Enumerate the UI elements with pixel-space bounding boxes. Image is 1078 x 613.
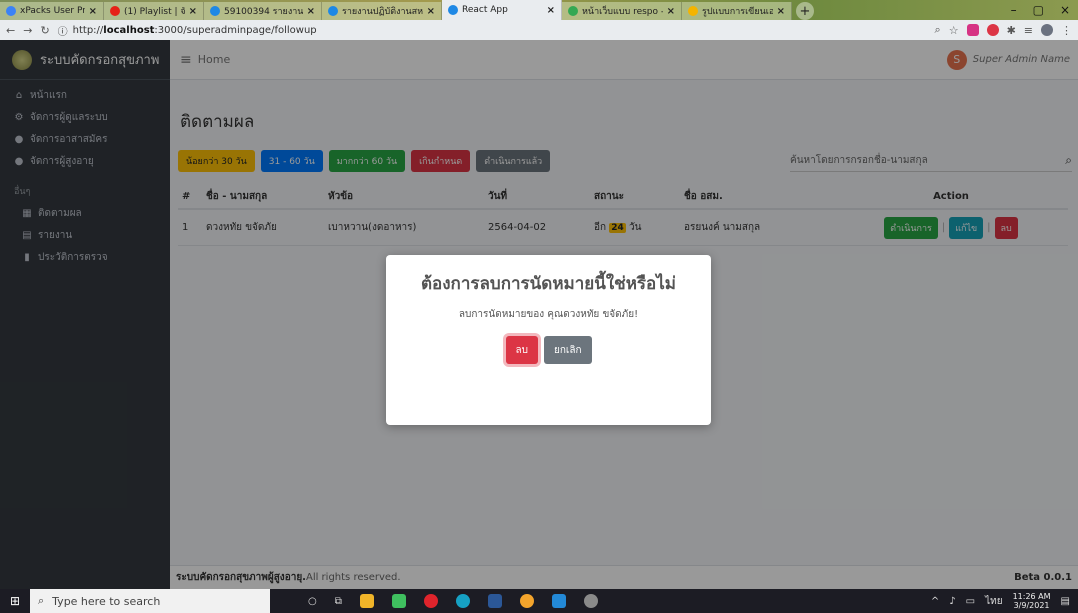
forward-icon[interactable]: → (23, 24, 32, 37)
dialog-text: ลบการนัดหมายของ คุณดวงหทัย ขจัดภัย! (458, 309, 639, 320)
tab-close-icon[interactable]: × (667, 6, 675, 17)
puzzle-icon[interactable]: ✱ (1007, 24, 1016, 37)
taskbar-search-placeholder: Type here to search (52, 594, 161, 608)
adblock-icon[interactable] (986, 24, 999, 36)
new-tab-icon[interactable]: + (796, 2, 814, 20)
file-explorer-icon[interactable] (359, 594, 374, 608)
tab-title: (1) Playlist | จัดทะ (124, 7, 185, 17)
edge-icon[interactable] (455, 594, 470, 608)
maximize-icon[interactable]: ▢ (1033, 3, 1044, 17)
tray-chevron-icon[interactable]: ^ (931, 596, 939, 607)
word-icon[interactable] (487, 594, 502, 608)
back-icon[interactable]: ← (6, 24, 15, 37)
tab-title: React App (462, 5, 508, 15)
taskbar-apps: ○ ⧉ (308, 594, 598, 608)
browser-tab[interactable]: หน้าเว็บแบบ respo - Go × (562, 2, 682, 20)
profile-icon[interactable] (1041, 24, 1053, 36)
lang-indicator[interactable]: ไทย (985, 594, 1002, 609)
line-app-icon[interactable] (391, 594, 406, 608)
tab-close-icon[interactable]: × (427, 6, 435, 17)
star-icon[interactable]: ☆ (949, 24, 959, 37)
opera-icon[interactable] (423, 594, 438, 608)
cortana-icon[interactable]: ○ (308, 596, 317, 607)
tab-favicon-icon (210, 6, 220, 16)
extension-icon[interactable] (966, 24, 979, 36)
tab-favicon-icon (6, 6, 16, 16)
windows-start-icon[interactable]: ⊞ (0, 589, 30, 613)
clock-time: 11:26 AM (1012, 592, 1051, 601)
browser-tab-strip: xPacks User Profile×(1) Playlist | จัดทะ… (0, 0, 1078, 20)
tab-title: 59100394 รายงานการปฏิ (224, 7, 303, 17)
tab-title: หน้าเว็บแบบ respo - Go (582, 7, 663, 17)
screen: xPacks User Profile×(1) Playlist | จัดทะ… (0, 0, 1078, 613)
zoom-icon[interactable]: ⌕ (935, 23, 941, 37)
tab-title: รูปแบบการเขียนเอกสารดอ (702, 7, 773, 17)
reading-list-icon[interactable]: ≡ (1024, 24, 1033, 37)
network-icon[interactable]: ▭ (966, 596, 975, 607)
confirm-delete-button[interactable]: ลบ (505, 336, 538, 364)
extensions: ⌕ ☆ ✱ ≡ ⋮ (935, 23, 1072, 37)
window-controls: – ▢ × (1003, 0, 1078, 20)
tab-close-icon[interactable]: × (189, 6, 197, 17)
dialog-title: ต้องการลบการนัดหมายนี้ใช่หรือไม่ (420, 274, 677, 294)
notification-icon[interactable]: ▤ (1061, 596, 1070, 607)
app-icon[interactable] (583, 594, 598, 608)
tab-close-icon[interactable]: × (777, 6, 785, 17)
taskbar: ⊞ ⌕ Type here to search ○ ⧉ ^ ♪ ▭ ไทย 11… (0, 589, 1078, 613)
browser-tab[interactable]: React App × (442, 0, 562, 20)
clock[interactable]: 11:26 AM 3/9/2021 (1013, 592, 1051, 610)
address-bar: ← → ↻ ⓘ http://localhost:3000/superadmin… (0, 20, 1078, 40)
vscode-icon[interactable] (551, 594, 566, 608)
tab-favicon-icon (328, 6, 338, 16)
chrome-icon[interactable] (519, 594, 534, 608)
tab-close-icon[interactable]: × (547, 5, 555, 16)
clock-date: 3/9/2021 (1013, 601, 1050, 610)
system-tray: ^ ♪ ▭ ไทย 11:26 AM 3/9/2021 ▤ (931, 592, 1078, 610)
browser-tab[interactable]: 59100394 รายงานการปฏิ × (204, 2, 322, 20)
minimize-icon[interactable]: – (1011, 3, 1017, 17)
taskbar-search-input[interactable]: ⌕ Type here to search (30, 589, 270, 613)
tab-favicon-icon (110, 6, 120, 16)
browser-tab[interactable]: xPacks User Profile × (0, 2, 104, 20)
tab-favicon-icon (688, 6, 698, 16)
tab-close-icon[interactable]: × (89, 6, 97, 17)
browser-tab[interactable]: (1) Playlist | จัดทะ × (104, 2, 204, 20)
cancel-button[interactable]: ยกเลิก (543, 336, 592, 364)
search-icon: ⌕ (38, 594, 45, 607)
more-icon[interactable]: ⋮ (1061, 24, 1072, 37)
browser-tab[interactable]: รายงานปฏิบัติงานสหกิจศึกษา × (322, 2, 442, 20)
volume-icon[interactable]: ♪ (949, 596, 955, 607)
reload-icon[interactable]: ↻ (40, 24, 49, 37)
browser-tab[interactable]: รูปแบบการเขียนเอกสารดอ × (682, 2, 792, 20)
tab-title: รายงานปฏิบัติงานสหกิจศึกษา (342, 7, 423, 17)
info-icon[interactable]: ⓘ (58, 23, 68, 38)
task-view-icon[interactable]: ⧉ (335, 596, 342, 607)
close-window-icon[interactable]: × (1060, 3, 1070, 17)
tab-title: xPacks User Profile (20, 6, 85, 16)
tab-favicon-icon (568, 6, 578, 16)
url-field[interactable]: ⓘ http://localhost:3000/superadminpage/f… (58, 21, 927, 39)
tab-favicon-icon (448, 5, 458, 15)
confirm-dialog: ต้องการลบการนัดหมายนี้ใช่หรือไม่ ลบการนั… (386, 255, 711, 425)
tab-close-icon[interactable]: × (307, 6, 315, 17)
